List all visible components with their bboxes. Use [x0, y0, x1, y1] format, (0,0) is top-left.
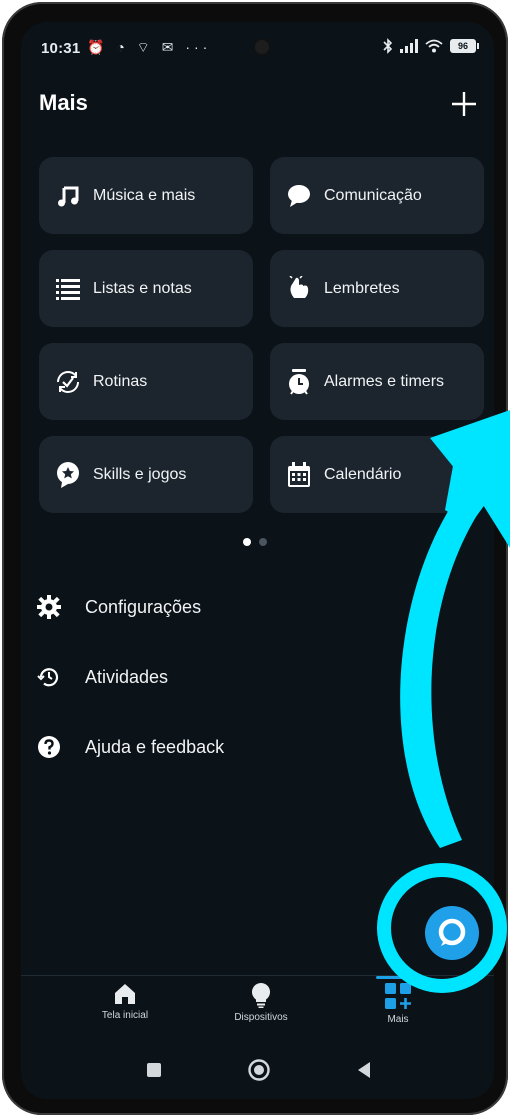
tab-dispositivos[interactable]: Dispositivos [201, 982, 321, 1023]
battery-indicator: 96 [450, 39, 479, 53]
card-rotinas[interactable]: Rotinas [39, 343, 253, 420]
menu-label: Ajuda e feedback [85, 736, 225, 757]
card-skills[interactable]: Skills e jogos [39, 436, 253, 513]
status-time: 10:31 [41, 40, 81, 57]
back-button[interactable] [356, 1061, 372, 1079]
menu-item-ajuda[interactable]: Ajuda e feedback [35, 733, 224, 761]
tab-label: Tela inicial [101, 1010, 149, 1021]
tab-tela-inicial[interactable]: Tela inicial [65, 982, 185, 1021]
front-camera [255, 40, 269, 54]
recents-button[interactable] [146, 1062, 162, 1078]
status-bar: 10:31 ⏰ ◔ ⌔ ✉ ··· 96 [21, 22, 494, 74]
card-label: Listas e notas [93, 279, 192, 297]
calendar-icon [284, 460, 314, 490]
wifi-icon [425, 39, 443, 53]
card-label: Calendário [324, 465, 402, 483]
tab-mais[interactable]: Mais [338, 982, 458, 1025]
system-nav-bar [21, 1047, 494, 1093]
help-icon [35, 733, 63, 761]
page-dot-active[interactable] [243, 538, 251, 546]
routine-icon [53, 367, 83, 397]
alexa-icon [438, 918, 466, 946]
card-comunicacao[interactable]: Comunicação [270, 157, 484, 234]
plus-icon [452, 92, 476, 116]
page-indicator [243, 538, 267, 546]
menu-label: Configurações [85, 596, 202, 617]
history-icon [35, 663, 63, 691]
music-note-icon [53, 181, 83, 211]
card-label: Alarmes e timers [324, 372, 445, 390]
status-right-icons: 96 [383, 38, 479, 54]
card-lembretes[interactable]: Lembretes [270, 250, 484, 327]
page-title: Mais [39, 90, 88, 115]
bluetooth-icon [383, 38, 393, 54]
more-grid-icon [385, 983, 411, 1009]
alarm-timer-icon [284, 367, 314, 397]
tab-label: Mais [387, 1014, 409, 1025]
bulb-icon [251, 982, 271, 1008]
card-label: Música e mais [93, 186, 196, 204]
app-screen: 10:31 ⏰ ◔ ⌔ ✉ ··· 96 Mais Música e mais [21, 22, 494, 1099]
bottom-nav-divider [21, 975, 494, 976]
menu-item-configuracoes[interactable]: Configurações [35, 593, 201, 621]
notification-icons: ⏰ ◔ ⌔ ✉ ··· [87, 39, 212, 55]
tab-label: Dispositivos [234, 1012, 288, 1023]
card-musica[interactable]: Música e mais [39, 157, 253, 234]
gear-icon [35, 593, 63, 621]
reminder-hand-icon [284, 274, 314, 304]
page-dot[interactable] [259, 538, 267, 546]
card-label: Skills e jogos [93, 465, 187, 483]
phone-frame: 10:31 ⏰ ◔ ⌔ ✉ ··· 96 Mais Música e mais [2, 2, 508, 1115]
card-label: Comunicação [324, 186, 422, 204]
card-listas[interactable]: Listas e notas [39, 250, 253, 327]
card-label: Rotinas [93, 372, 148, 390]
add-button[interactable] [444, 84, 484, 124]
menu-item-atividades[interactable]: Atividades [35, 663, 168, 691]
card-calendario[interactable]: Calendário [270, 436, 484, 513]
card-alarmes[interactable]: Alarmes e timers [270, 343, 484, 420]
home-icon [115, 984, 135, 1004]
alexa-voice-button[interactable] [425, 906, 479, 960]
list-icon [53, 274, 83, 304]
menu-label: Atividades [85, 666, 169, 687]
chat-bubble-icon [284, 181, 314, 211]
card-label: Lembretes [324, 279, 400, 297]
skills-icon [53, 460, 83, 490]
active-tab-indicator [376, 976, 420, 979]
signal-icon [400, 39, 418, 53]
home-button[interactable] [247, 1058, 271, 1082]
